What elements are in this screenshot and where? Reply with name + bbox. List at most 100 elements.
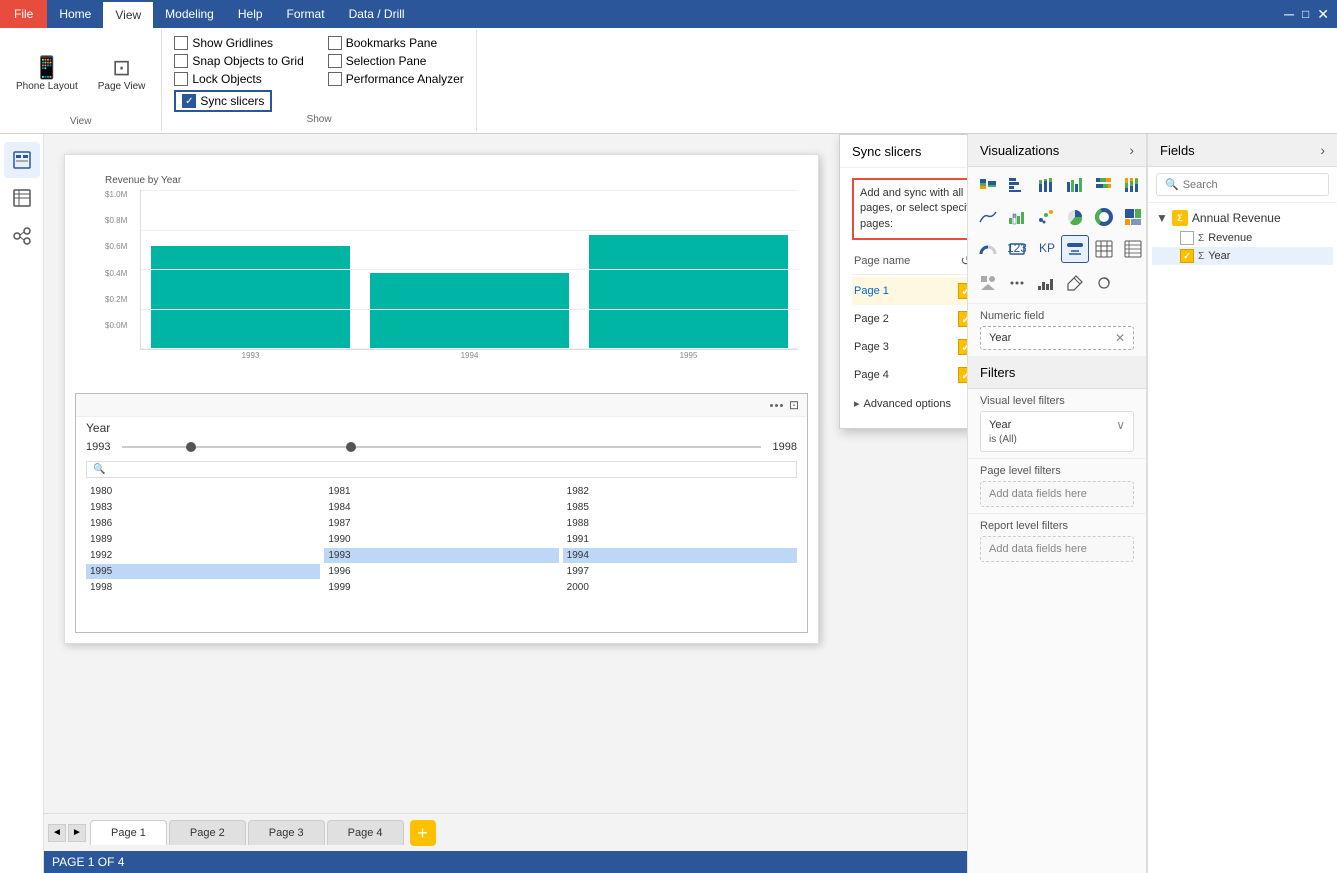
list-item[interactable]: 1980: [86, 484, 320, 499]
format-tab[interactable]: Format: [275, 0, 337, 28]
list-item[interactable]: 1986: [86, 516, 320, 531]
list-item[interactable]: 1996: [324, 564, 558, 579]
slicer-handle-left[interactable]: [186, 442, 196, 452]
year-filter-chevron[interactable]: ∨: [1116, 418, 1125, 432]
window-close[interactable]: ✕: [1317, 6, 1329, 23]
data-drill-tab[interactable]: Data / Drill: [337, 0, 417, 28]
year-filter-card[interactable]: Year ∨ is (All): [980, 411, 1134, 452]
phone-layout-btn[interactable]: 📱 Phone Layout: [8, 51, 86, 97]
show-gridlines-checkbox[interactable]: [174, 36, 188, 50]
list-item[interactable]: 1984: [324, 500, 558, 515]
sync-page3-sync-checkbox[interactable]: ✓: [955, 336, 967, 358]
list-item[interactable]: 1981: [324, 484, 558, 499]
list-item[interactable]: 1987: [324, 516, 558, 531]
clustered-col-icon[interactable]: [1061, 171, 1089, 199]
slicer-search-box[interactable]: 🔍: [86, 461, 797, 478]
stacked-bar-icon[interactable]: [974, 171, 1002, 199]
sync-page1-sync-checkbox[interactable]: ✓: [955, 280, 967, 302]
bar-1995[interactable]: [589, 235, 788, 349]
page-nav-prev[interactable]: ◄: [48, 824, 66, 842]
list-item[interactable]: 1995: [86, 564, 320, 579]
page-tab-page1[interactable]: Page 1: [90, 820, 167, 845]
list-item[interactable]: 1992: [86, 548, 320, 563]
modeling-tab[interactable]: Modeling: [153, 0, 226, 28]
view-tab[interactable]: View: [103, 0, 153, 28]
donut-chart-icon[interactable]: [1090, 203, 1118, 231]
advanced-options-btn[interactable]: ▸ Advanced options: [852, 389, 967, 418]
table-icon[interactable]: [1090, 235, 1118, 263]
list-item[interactable]: 1998: [86, 580, 320, 595]
treemap-icon[interactable]: [1119, 203, 1147, 231]
list-item[interactable]: 1990: [324, 532, 558, 547]
list-item[interactable]: 1989: [86, 532, 320, 547]
field-item-year[interactable]: ✓ Σ Year: [1152, 247, 1333, 265]
list-item[interactable]: 1985: [563, 500, 797, 515]
bookmarks-pane-checkbox[interactable]: [328, 36, 342, 50]
fields-search-input[interactable]: [1183, 179, 1320, 191]
show-gridlines-checkbox-label[interactable]: Show Gridlines: [174, 36, 303, 50]
list-item[interactable]: 1999: [324, 580, 558, 595]
slicer-menu-icon[interactable]: [770, 404, 783, 407]
shape-icon[interactable]: [974, 269, 1002, 297]
format-visual-btn[interactable]: [1061, 269, 1089, 297]
home-tab[interactable]: Home: [47, 0, 103, 28]
fields-search-box[interactable]: 🔍: [1156, 173, 1329, 196]
slicer-handle-right[interactable]: [346, 442, 356, 452]
stacked-col-icon[interactable]: [1032, 171, 1060, 199]
model-view-icon[interactable]: [4, 218, 40, 254]
page-add-field[interactable]: Add data fields here: [980, 481, 1134, 507]
sync-page2-sync-checkbox[interactable]: ✓: [955, 308, 967, 330]
page-tab-page4[interactable]: Page 4: [327, 820, 404, 845]
add-page-btn[interactable]: +: [410, 820, 436, 846]
kpi-icon[interactable]: KPI: [1032, 235, 1060, 263]
analytics-btn[interactable]: [1090, 269, 1118, 297]
list-item[interactable]: 1988: [563, 516, 797, 531]
sync-slicers-checkbox[interactable]: ✓: [182, 94, 196, 108]
pie-chart-icon[interactable]: [1061, 203, 1089, 231]
list-item[interactable]: 2000: [563, 580, 797, 595]
report-add-field[interactable]: Add data fields here: [980, 536, 1134, 562]
snap-objects-checkbox[interactable]: [174, 54, 188, 68]
snap-objects-checkbox-label[interactable]: Snap Objects to Grid: [174, 54, 303, 68]
bar-1994[interactable]: [370, 273, 569, 349]
waterfall-icon[interactable]: [1003, 203, 1031, 231]
lock-objects-checkbox-label[interactable]: Lock Objects: [174, 72, 303, 86]
performance-analyzer-checkbox[interactable]: [328, 72, 342, 86]
ribbon-chart-icon[interactable]: [974, 203, 1002, 231]
scatter-chart-icon[interactable]: [1032, 203, 1060, 231]
list-item[interactable]: 1983: [86, 500, 320, 515]
window-restore[interactable]: □: [1302, 7, 1309, 21]
page-view-btn[interactable]: ⊡ Page View: [90, 51, 154, 97]
field-group-header[interactable]: ▼ Σ Annual Revenue: [1152, 207, 1333, 229]
data-view-icon[interactable]: [4, 180, 40, 216]
fields-expand-icon[interactable]: ›: [1320, 142, 1325, 158]
list-item[interactable]: 1997: [563, 564, 797, 579]
viz-expand-icon[interactable]: ›: [1129, 142, 1134, 158]
matrix-icon[interactable]: [1119, 235, 1147, 263]
help-tab[interactable]: Help: [226, 0, 275, 28]
slicer-search-input[interactable]: [109, 464, 790, 475]
page-tab-page2[interactable]: Page 2: [169, 820, 246, 845]
list-item[interactable]: 1982: [563, 484, 797, 499]
window-minimize[interactable]: ─: [1284, 6, 1294, 22]
numeric-field-clear-btn[interactable]: ✕: [1115, 331, 1125, 345]
lock-objects-checkbox[interactable]: [174, 72, 188, 86]
clustered-bar-icon[interactable]: [1003, 171, 1031, 199]
slicer-maximize-icon[interactable]: ⊡: [789, 398, 799, 412]
sync-slicers-checkbox-label[interactable]: ✓ Sync slicers: [182, 94, 264, 108]
sync-page4-sync-checkbox[interactable]: ✓: [955, 364, 967, 386]
card-icon[interactable]: 123: [1003, 235, 1031, 263]
more-visuals-icon[interactable]: [1003, 269, 1031, 297]
page-tab-page3[interactable]: Page 3: [248, 820, 325, 845]
list-item[interactable]: 1991: [563, 532, 797, 547]
performance-analyzer-checkbox-label[interactable]: Performance Analyzer: [328, 72, 464, 86]
list-item[interactable]: 1994: [563, 548, 797, 563]
gauge-icon[interactable]: [974, 235, 1002, 263]
100pct-stacked-bar-icon[interactable]: [1090, 171, 1118, 199]
numeric-field-box[interactable]: Year ✕: [980, 326, 1134, 350]
bar-1993[interactable]: [151, 246, 350, 349]
slicer-icon[interactable]: [1061, 235, 1089, 263]
file-tab[interactable]: File: [0, 0, 47, 28]
selection-pane-checkbox[interactable]: [328, 54, 342, 68]
selection-pane-checkbox-label[interactable]: Selection Pane: [328, 54, 464, 68]
